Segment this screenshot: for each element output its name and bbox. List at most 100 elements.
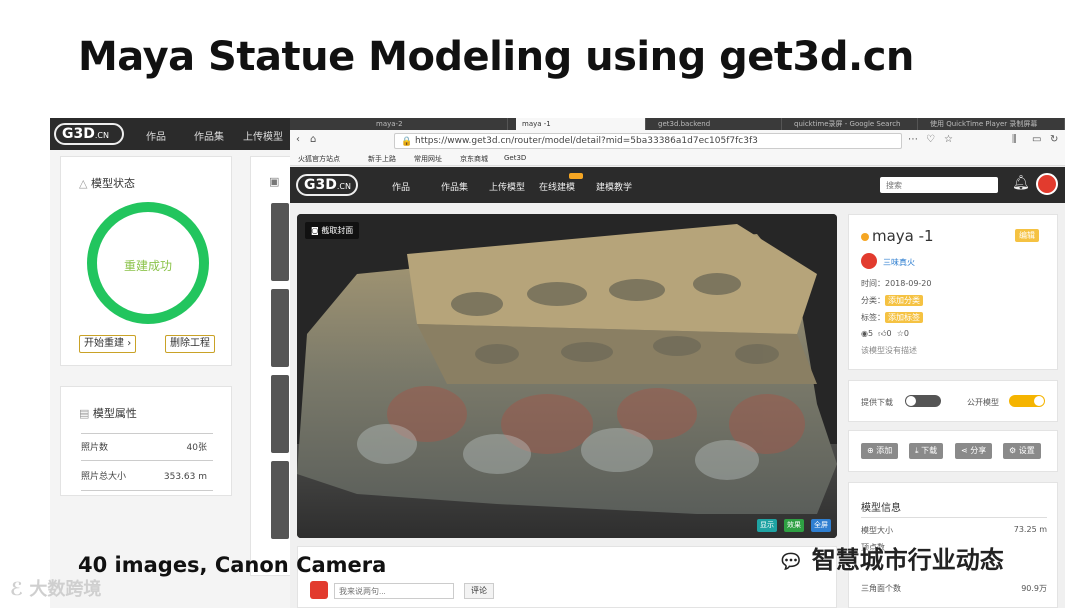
- bg-logo[interactable]: G3D.CN: [54, 123, 124, 145]
- thumb-up-icon[interactable]: 👍︎: [878, 329, 886, 338]
- model-description: 该模型没有描述: [861, 346, 917, 355]
- sidebar-icon[interactable]: ▭: [1032, 134, 1041, 145]
- chevron-right-icon: ›: [127, 338, 132, 349]
- search-input[interactable]: [880, 177, 998, 193]
- triangle-icon: △: [79, 177, 88, 190]
- bookmark-getting-started[interactable]: 新手上路: [368, 154, 396, 164]
- model-status-title: 模型状态: [90, 177, 135, 190]
- commenter-avatar: [310, 581, 328, 599]
- bg-nav-collections[interactable]: 作品集: [194, 128, 224, 143]
- back-icon[interactable]: ‹: [296, 134, 300, 145]
- star-icon[interactable]: ☆: [944, 134, 953, 145]
- detail-row: 模型大小 73.25 m: [861, 525, 1047, 535]
- download-toggle[interactable]: [905, 395, 941, 407]
- like-count: 0: [886, 329, 892, 338]
- library-icon[interactable]: ⫼: [1012, 134, 1017, 145]
- delete-project-button[interactable]: 删除工程: [165, 335, 215, 353]
- view-count: 5: [867, 329, 874, 338]
- photo-thumb[interactable]: [271, 289, 289, 367]
- slide-caption: 40 images, Canon Camera: [78, 553, 387, 577]
- viewer-effect-button[interactable]: 效果: [784, 519, 804, 532]
- nav-online-modeling[interactable]: 在线建模: [539, 180, 575, 193]
- bookmark-common-sites[interactable]: 常用网址: [414, 154, 442, 164]
- address-bar-row: ‹ ⌂ 🔒 https://www.get3d.cn/router/model/…: [290, 130, 1065, 152]
- prop-row: 照片数 40张: [81, 433, 213, 461]
- nav-collections[interactable]: 作品集: [441, 180, 468, 193]
- viewer-show-button[interactable]: 显示: [757, 519, 777, 532]
- bookmark-jd[interactable]: 京东商城: [460, 154, 488, 164]
- model-props-card: ▤ 模型属性 照片数 40张 照片总大小 353.63 m: [60, 386, 232, 496]
- bg-nav-upload[interactable]: 上传模型: [243, 128, 283, 143]
- wechat-icon: 💬︎: [778, 549, 804, 573]
- star-icon[interactable]: ☆: [897, 329, 904, 338]
- model-info-panel: maya -1 编辑 三味真火 时间：2018-09-20 分类： 添加分类 标签…: [848, 214, 1058, 370]
- background-window: G3D.CN 作品 作品集 上传模型 △ 模型状态 重建成功 开始重建 › 删除…: [50, 118, 310, 608]
- nav-works[interactable]: 作品: [392, 180, 410, 193]
- plus-icon: ⊕: [867, 446, 874, 455]
- lock-icon: 🔒: [401, 137, 413, 147]
- star-count: 0: [903, 329, 909, 338]
- photo-thumb[interactable]: [271, 203, 289, 281]
- browser-window: maya-2 maya -1 get3d.backend quicktime录屏…: [290, 118, 1065, 608]
- bookmark-firefox[interactable]: 火狐官方站点: [298, 154, 340, 164]
- user-avatar[interactable]: [1036, 173, 1058, 195]
- model-props-title: 模型属性: [92, 407, 137, 420]
- site-nav-bar: G3D.CN 作品 作品集 上传模型 在线建模 建模教学 🔔︎: [290, 167, 1065, 203]
- props-icon: ▤: [79, 407, 90, 420]
- status-ring: 重建成功: [87, 202, 209, 324]
- logo-mark-icon: ℰ: [10, 579, 24, 600]
- add-category-chip[interactable]: 添加分类: [885, 295, 923, 306]
- site-logo[interactable]: G3D.CN: [296, 174, 358, 196]
- toggle-panel: 提供下载 公开模型: [848, 380, 1058, 422]
- download-button[interactable]: ⤓ 下载: [909, 443, 944, 459]
- edit-button[interactable]: 编辑: [1015, 229, 1039, 242]
- share-button[interactable]: ⋖ 分享: [955, 443, 993, 459]
- author-name[interactable]: 三味真火: [883, 257, 915, 268]
- gear-icon: ⚙: [1009, 446, 1017, 455]
- model-viewer[interactable]: ◙ 截取封面 显示 效果 全屏: [297, 214, 837, 538]
- tab-maya-2[interactable]: maya-2: [370, 118, 508, 130]
- capture-cover-button[interactable]: ◙ 截取封面: [305, 222, 360, 239]
- nav-tutorials[interactable]: 建模教学: [596, 180, 632, 193]
- model-name: maya -1: [872, 227, 934, 245]
- bg-nav-works[interactable]: 作品: [146, 128, 166, 143]
- hot-badge: [569, 173, 583, 179]
- status-ring-text: 重建成功: [123, 259, 172, 273]
- slide-title: Maya Statue Modeling using get3d.cn: [78, 34, 914, 80]
- tab-google-search[interactable]: quicktime录屏 - Google Search: [788, 118, 918, 130]
- refresh-icon[interactable]: ↻: [1050, 134, 1058, 145]
- download-toggle-label: 提供下载: [861, 398, 893, 407]
- details-divider: [861, 517, 1047, 518]
- statue-render: [297, 214, 837, 538]
- comment-submit-button[interactable]: 评论: [464, 583, 494, 599]
- tab-quicktime[interactable]: 使用 QuickTime Player 录制屏幕: [924, 118, 1065, 130]
- image-icon: ▣: [269, 175, 280, 188]
- author-avatar[interactable]: [861, 253, 877, 269]
- viewer-fullscreen-button[interactable]: 全屏: [811, 519, 831, 532]
- nav-upload[interactable]: 上传模型: [489, 180, 525, 193]
- bookmarks-bar: 火狐官方站点 新手上路 常用网址 京东商城 Get3D: [290, 152, 1065, 166]
- photo-thumb[interactable]: [271, 461, 289, 539]
- tab-strip: maya-2 maya -1 get3d.backend quicktime录屏…: [290, 118, 1065, 130]
- url-field[interactable]: 🔒 https://www.get3d.cn/router/model/deta…: [394, 133, 902, 149]
- pocket-icon[interactable]: ♡: [926, 134, 935, 145]
- add-button[interactable]: ⊕ 添加: [861, 443, 899, 459]
- model-status-card: △ 模型状态 重建成功 开始重建 › 删除工程: [60, 156, 232, 366]
- bookmark-get3d[interactable]: Get3D: [504, 154, 526, 162]
- home-icon[interactable]: ⌂: [310, 134, 316, 145]
- tab-maya-1[interactable]: maya -1: [516, 118, 646, 130]
- settings-button[interactable]: ⚙ 设置: [1003, 443, 1041, 459]
- add-tag-chip[interactable]: 添加标签: [885, 312, 923, 323]
- menu-dots-icon[interactable]: ⋯: [908, 134, 918, 145]
- watermark-left: ℰ 大数跨境: [10, 579, 102, 600]
- comment-input[interactable]: [334, 583, 454, 599]
- bell-icon[interactable]: 🔔︎: [1012, 175, 1030, 191]
- bg-nav-bar: G3D.CN 作品 作品集 上传模型: [50, 118, 310, 150]
- photo-thumb[interactable]: [271, 375, 289, 453]
- share-icon: ⋖: [961, 446, 968, 455]
- public-toggle[interactable]: [1009, 395, 1045, 407]
- prop-row: 照片总大小 353.63 m: [81, 463, 213, 491]
- start-rebuild-button[interactable]: 开始重建 ›: [79, 335, 137, 353]
- tab-get3d-backend[interactable]: get3d.backend: [652, 118, 782, 130]
- status-dot: [861, 233, 869, 241]
